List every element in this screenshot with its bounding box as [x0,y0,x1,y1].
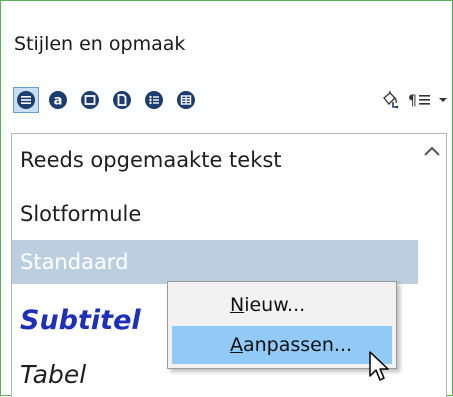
vertical-scrollbar[interactable] [418,134,446,397]
scroll-up-icon[interactable] [422,144,442,158]
context-menu: Nieuw... Aanpassen... [167,281,397,369]
frame-styles-button[interactable] [77,87,103,113]
styles-action-dropdown[interactable] [437,87,449,113]
style-label: Reeds opgemaakte tekst [20,148,282,172]
paragraph-styles-icon [17,91,35,109]
page-styles-icon [113,91,131,109]
list-item-selected[interactable]: Standaard [12,240,418,284]
style-category-toolbar: a ¶ [1,79,452,121]
menu-accelerator: N [230,294,245,316]
fill-format-mode-button[interactable] [379,87,403,113]
page-styles-button[interactable] [109,87,135,113]
list-styles-icon [145,91,163,109]
menu-item-label: anpassen... [243,334,353,356]
fill-format-mode-icon [383,91,399,109]
svg-text:a: a [54,94,63,109]
chevron-down-icon [439,98,447,102]
style-label: Subtitel [20,304,141,336]
menu-item-new[interactable]: Nieuw... [172,286,392,324]
menu-item-modify[interactable]: Aanpassen... [172,326,392,364]
paragraph-styles-button[interactable] [13,87,39,113]
style-label: Slotformule [20,202,142,226]
table-styles-icon [177,91,195,109]
mouse-pointer-icon [369,351,389,381]
character-styles-button[interactable]: a [45,87,71,113]
svg-text:¶: ¶ [408,93,417,109]
new-style-from-selection-icon: ¶ [408,93,430,109]
list-styles-button[interactable] [141,87,167,113]
character-styles-icon: a [49,91,67,109]
frame-styles-icon [81,91,99,109]
list-item[interactable]: Slotformule [12,192,418,236]
menu-accelerator: A [230,334,243,356]
list-item[interactable]: Reeds opgemaakte tekst [12,138,418,182]
style-label: Tabel [20,359,87,389]
table-styles-button[interactable] [173,87,199,113]
new-style-from-selection-button[interactable]: ¶ [405,87,435,113]
menu-item-label: ieuw... [244,294,306,316]
style-label: Standaard [20,250,129,274]
panel-title: Stijlen en opmaak [14,33,186,55]
